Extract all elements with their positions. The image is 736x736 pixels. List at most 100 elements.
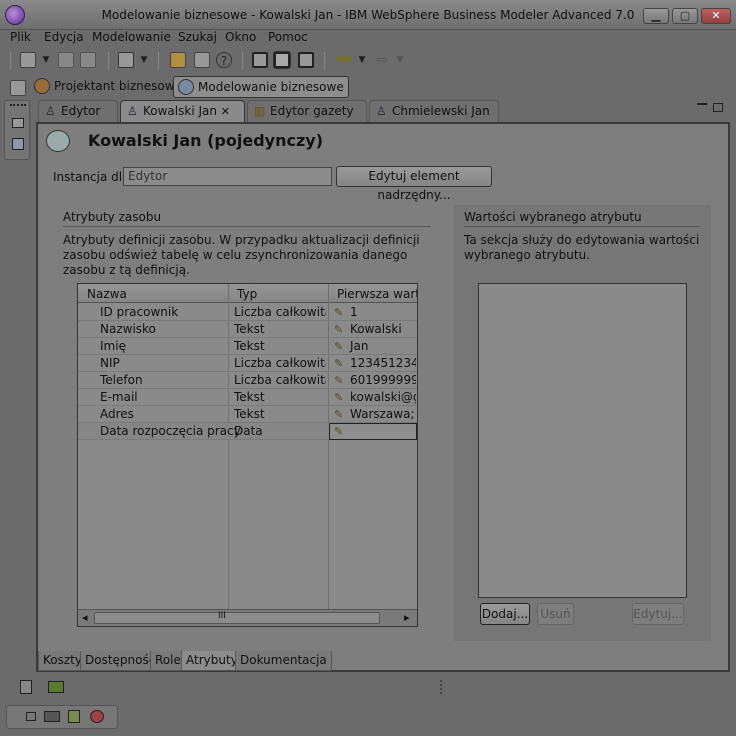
tab-dokumentacja[interactable]: Dokumentacja (235, 651, 332, 671)
pencil-icon: ✎ (334, 374, 344, 387)
menu-modelowanie[interactable]: Modelowanie (92, 30, 171, 44)
minimize-view-icon[interactable] (697, 103, 707, 111)
dropdown-arrow-icon[interactable]: ▼ (392, 52, 408, 68)
problems-icon[interactable] (90, 710, 104, 723)
cell-name: Nazwisko (100, 322, 156, 336)
tab-atrybuty[interactable]: Atrybuty (181, 651, 243, 671)
instance-field[interactable]: Edytor (123, 167, 332, 186)
scroll-left-icon[interactable]: ◂ (82, 611, 88, 624)
table-row[interactable]: Data rozpoczęcia pracy Data ✎ (78, 423, 417, 440)
menu-pomoc[interactable]: Pomoc (268, 30, 308, 44)
dropdown-arrow-icon[interactable]: ▼ (354, 52, 370, 68)
search-icon[interactable] (194, 52, 210, 68)
scroll-grip-icon: III (218, 611, 226, 621)
values-section-title: Wartości wybranego atrybutu (464, 210, 642, 224)
progress-icon[interactable] (48, 681, 64, 693)
toolbar-separator (108, 52, 109, 70)
cell-value: Kowalski (350, 322, 402, 336)
scroll-right-icon[interactable]: ▸ (404, 611, 410, 624)
cell-type: Liczba całkowita (234, 305, 326, 319)
edit-button[interactable]: Edytuj... (632, 603, 684, 625)
open-perspective-icon[interactable] (10, 80, 26, 96)
forward-arrow-icon[interactable]: ⇨ (374, 52, 390, 68)
cell-type: Data (234, 424, 263, 438)
cell-type: Tekst (234, 390, 265, 404)
section-divider (464, 226, 700, 227)
tab-edytor-gazety[interactable]: ▥ Edytor gazety (247, 100, 367, 122)
window-icon[interactable] (118, 52, 134, 68)
scroll-thumb[interactable] (94, 612, 380, 624)
cell-name: Imię (100, 339, 126, 353)
table-row[interactable]: E-mail Tekst ✎ kowalski@g (78, 389, 417, 406)
page-title: Kowalski Jan (pojedynczy) (88, 131, 324, 150)
back-arrow-icon[interactable]: ⇦ (336, 52, 352, 68)
toolbar-separator (324, 52, 325, 70)
cell-value: 1234512345 (350, 356, 416, 370)
window-title: Modelowanie biznesowe - Kowalski Jan - I… (101, 8, 635, 22)
menu-edycja[interactable]: Edycja (44, 30, 84, 44)
toolbar-separator (242, 52, 243, 70)
new-icon[interactable] (20, 52, 36, 68)
tab-edytor[interactable]: ♙ Edytor (38, 100, 118, 122)
column-header-value[interactable]: Pierwsza warto (337, 287, 417, 301)
trim-separator (440, 680, 442, 694)
tab-label: Edytor gazety (270, 104, 354, 118)
table-row[interactable]: Nazwisko Tekst ✎ Kowalski (78, 321, 417, 338)
print-icon[interactable] (80, 52, 96, 68)
cell-value: 601999999 (350, 373, 416, 387)
tab-dostepnosc[interactable]: Dostępność (80, 651, 161, 671)
cell-type: Liczba całkowita (234, 356, 326, 370)
tab-label: Edytor (61, 104, 101, 118)
minimize-button[interactable]: ▁ (643, 8, 669, 24)
tab-chmielewski-jan[interactable]: ♙ Chmielewski Jan (369, 100, 499, 122)
pencil-icon: ✎ (334, 425, 344, 438)
layout-icon[interactable] (252, 52, 268, 68)
dropdown-arrow-icon[interactable]: ▼ (136, 52, 152, 68)
edit-parent-button[interactable]: Edytuj element nadrzędny... (336, 166, 492, 202)
person-icon: ♙ (376, 104, 387, 118)
menu-szukaj[interactable]: Szukaj (178, 30, 217, 44)
restore-icon[interactable] (12, 118, 24, 128)
help-icon[interactable]: ? (216, 52, 232, 68)
grip-icon[interactable] (10, 104, 26, 108)
maximize-button[interactable]: ▢ (672, 8, 698, 24)
values-list[interactable] (478, 283, 687, 598)
new-view-icon[interactable] (20, 680, 32, 694)
table-row[interactable]: ID pracownik Liczba całkowita ✎ 1 (78, 304, 417, 321)
dropdown-arrow-icon[interactable]: ▼ (38, 52, 54, 68)
menu-plik[interactable]: Plik (10, 30, 31, 44)
cell-name: ID pracownik (100, 305, 179, 319)
close-button[interactable]: ✕ (701, 8, 731, 24)
pencil-icon: ✎ (334, 408, 344, 421)
horizontal-scrollbar[interactable]: ◂ III ▸ (78, 609, 417, 626)
model-icon (178, 79, 194, 95)
value-editor[interactable]: ✎ (329, 423, 417, 440)
person-icon: ♙ (45, 104, 56, 118)
cell-name: Data rozpoczęcia pracy (100, 424, 241, 438)
close-tab-icon[interactable]: ✕ (221, 101, 230, 122)
restore-icon[interactable] (26, 712, 36, 721)
column-header-typ[interactable]: Typ (237, 287, 257, 301)
outline-icon[interactable] (12, 138, 24, 150)
tab-kowalski-jan[interactable]: ♙ Kowalski Jan ✕ (120, 100, 245, 122)
maximize-view-icon[interactable] (713, 103, 723, 112)
perspective-projektant[interactable]: Projektant biznesowy (30, 76, 186, 98)
table-row[interactable]: Adres Tekst ✎ Warszawa; G (78, 406, 417, 423)
menu-okno[interactable]: Okno (225, 30, 256, 44)
add-button[interactable]: Dodaj... (480, 603, 530, 625)
person-icon: ♙ (127, 104, 138, 118)
document-icon[interactable] (68, 710, 80, 723)
table-row[interactable]: Telefon Liczba całkowita ✎ 601999999 (78, 372, 417, 389)
open-folder-icon[interactable] (170, 52, 186, 68)
layout-split-icon[interactable] (273, 51, 291, 69)
table-row[interactable]: Imię Tekst ✎ Jan (78, 338, 417, 355)
resource-icon (46, 130, 70, 152)
remove-button[interactable]: Usuń (537, 603, 574, 625)
column-header-nazwa[interactable]: Nazwa (87, 287, 127, 301)
cell-name: NIP (100, 356, 120, 370)
save-icon[interactable] (58, 52, 74, 68)
perspective-modelowanie[interactable]: Modelowanie biznesowe (173, 76, 349, 98)
filmstrip-icon[interactable] (44, 711, 60, 722)
table-row[interactable]: NIP Liczba całkowita ✎ 1234512345 (78, 355, 417, 372)
layout-full-icon[interactable] (298, 52, 314, 68)
